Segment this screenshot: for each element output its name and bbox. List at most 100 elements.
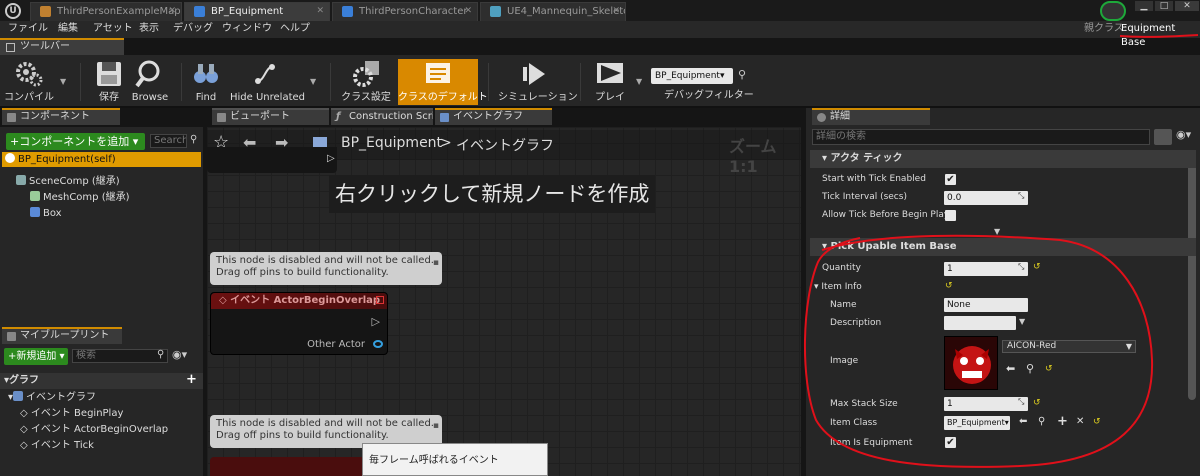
- source-control-icon[interactable]: [1100, 1, 1126, 21]
- component-scenecomp[interactable]: SceneComp (継承): [16, 175, 120, 189]
- tab-construction-script[interactable]: ƒ Construction Scrip: [331, 108, 433, 125]
- use-selected-arrow-icon[interactable]: ⬅: [1006, 362, 1015, 375]
- exec-pin-icon[interactable]: ▷: [327, 153, 335, 164]
- play-button[interactable]: プレイ: [590, 59, 630, 105]
- browse-asset-icon[interactable]: ⚲: [1026, 362, 1034, 375]
- reset-default-icon[interactable]: ↺: [1045, 364, 1053, 374]
- category-actor-tick[interactable]: ▾ アクタ ティック: [810, 150, 1196, 168]
- tick-interval-field[interactable]: 0.0: [944, 191, 1028, 205]
- spin-drag-icon[interactable]: ⤡: [1018, 397, 1024, 407]
- breadcrumb-blueprint[interactable]: BP_Equipment: [341, 135, 442, 151]
- item-class-select[interactable]: BP_Equipment▾: [944, 416, 1010, 430]
- add-new-button[interactable]: +新規追加 ▾: [4, 348, 68, 365]
- my-blueprint-search-input[interactable]: 検索: [72, 349, 168, 363]
- is-equipment-checkbox[interactable]: ✔: [945, 437, 956, 448]
- menu-help[interactable]: ヘルプ: [280, 22, 310, 36]
- tab-event-graph[interactable]: イベントグラフ: [435, 108, 552, 125]
- reset-default-icon[interactable]: ↺: [1033, 262, 1041, 272]
- tab-third-person-map[interactable]: ThirdPersonExampleMap• ✕: [30, 2, 182, 21]
- menu-file[interactable]: ファイル: [8, 22, 48, 36]
- close-icon[interactable]: ✕: [612, 3, 620, 20]
- image-asset-select[interactable]: AICON-Red ▼: [1002, 340, 1136, 353]
- reset-default-icon[interactable]: ↺: [1033, 398, 1041, 408]
- components-search-input[interactable]: Search: [150, 134, 187, 148]
- close-icon[interactable]: ✕: [168, 3, 176, 20]
- event-item-tick[interactable]: ◇ イベント Tick: [20, 439, 94, 453]
- close-window-button[interactable]: ✕: [1175, 1, 1199, 11]
- spin-drag-icon[interactable]: ⤡: [1018, 191, 1024, 201]
- component-box[interactable]: Box: [30, 207, 62, 221]
- component-self[interactable]: BP_Equipment(self): [5, 153, 116, 167]
- use-selected-arrow-icon[interactable]: ⬅: [1019, 416, 1027, 427]
- minimize-button[interactable]: ▁: [1135, 1, 1153, 11]
- actor-begin-overlap-node[interactable]: ◇ イベント ActorBeginOverlap ▷ Other Actor: [210, 292, 388, 355]
- breadcrumb-event-graph[interactable]: イベントグラフ: [456, 135, 554, 155]
- find-button[interactable]: Find: [190, 59, 222, 105]
- details-search-input[interactable]: 詳細の検索: [812, 129, 1150, 145]
- play-dropdown-icon[interactable]: ▼: [636, 77, 642, 86]
- add-graph-plus-icon[interactable]: +: [186, 372, 197, 387]
- compile-dropdown-icon[interactable]: ▼: [60, 77, 66, 86]
- component-meshcomp[interactable]: MeshComp (継承): [30, 191, 130, 205]
- event-graph-canvas[interactable]: ☆ ⬅ ➡ BP_Equipment > イベントグラフ ズーム 1:1 ▷ 右…: [207, 127, 801, 476]
- menu-debug[interactable]: デバッグ: [173, 22, 213, 36]
- search-icon[interactable]: ⚲: [157, 349, 164, 360]
- class-settings-button[interactable]: クラス設定: [338, 59, 394, 105]
- quantity-field[interactable]: 1: [944, 262, 1028, 276]
- start-with-tick-checkbox[interactable]: ✔: [945, 174, 956, 185]
- reset-default-icon[interactable]: ↺: [1093, 417, 1101, 427]
- graphs-header[interactable]: ▾グラフ: [4, 374, 39, 388]
- menu-window[interactable]: ウィンドウ: [222, 22, 272, 36]
- max-stack-field[interactable]: 1: [944, 397, 1028, 411]
- name-field[interactable]: None: [944, 298, 1028, 312]
- event-graph-item[interactable]: ▾ イベントグラフ: [8, 391, 96, 405]
- new-class-plus-icon[interactable]: +: [1057, 414, 1068, 429]
- compile-button[interactable]: コンパイル: [4, 59, 54, 105]
- class-defaults-button[interactable]: クラスのデフォルト: [398, 59, 488, 105]
- hide-unrelated-dropdown-icon[interactable]: ▼: [310, 77, 316, 86]
- tab-my-blueprint[interactable]: マイブループリント: [2, 327, 122, 344]
- close-icon[interactable]: ✕: [316, 3, 324, 20]
- clear-class-x-icon[interactable]: ✕: [1076, 416, 1084, 427]
- event-item-beginplay[interactable]: ◇ イベント BeginPlay: [20, 407, 123, 421]
- save-button[interactable]: 保存: [94, 59, 124, 105]
- tab-details[interactable]: 詳細: [812, 108, 930, 125]
- menu-asset[interactable]: アセット: [93, 22, 133, 36]
- add-component-button[interactable]: +コンポーネントを追加 ▾: [6, 133, 145, 150]
- tab-mannequin-skeleton[interactable]: UE4_Mannequin_Skeleto ✕: [480, 2, 626, 21]
- tab-components[interactable]: コンポーネント: [2, 108, 120, 125]
- spin-drag-icon[interactable]: ⤡: [1018, 262, 1024, 272]
- maximize-button[interactable]: □: [1155, 1, 1173, 11]
- toolbar-panel-tab[interactable]: ツールバー: [0, 38, 124, 55]
- allow-tick-checkbox[interactable]: [945, 210, 956, 221]
- debug-object-select[interactable]: BP_Equipment▾: [651, 68, 733, 84]
- category-pickupable-item[interactable]: ▾ Pick Upable Item Base: [810, 238, 1196, 256]
- hide-unrelated-button[interactable]: Hide Unrelated: [230, 59, 305, 105]
- tab-viewport[interactable]: ビューポート: [212, 108, 329, 125]
- browse-button[interactable]: Browse: [130, 59, 170, 105]
- view-options-eye-icon[interactable]: ◉▾: [172, 348, 187, 361]
- advanced-expand-icon[interactable]: ▼: [994, 227, 1000, 236]
- simulation-button[interactable]: シミュレーション: [498, 59, 578, 105]
- comment-pin-icon: ▪: [432, 421, 439, 431]
- property-matrix-icon[interactable]: [1154, 129, 1172, 145]
- ue-logo-icon[interactable]: U: [5, 3, 21, 19]
- menu-view[interactable]: 表示: [139, 22, 159, 36]
- debug-search-icon[interactable]: ⚲: [738, 68, 746, 81]
- event-item-actorbeginoverlap[interactable]: ◇ イベント ActorBeginOverlap: [20, 423, 168, 437]
- node-delegate-pin-icon[interactable]: [376, 296, 384, 304]
- expand-text-icon[interactable]: ▼: [1019, 317, 1025, 326]
- tab-bp-equipment[interactable]: BP_Equipment ✕: [184, 2, 330, 21]
- menu-edit[interactable]: 編集: [58, 22, 78, 36]
- parent-class-link[interactable]: Equipment Base: [1121, 22, 1200, 50]
- close-icon[interactable]: ✕: [464, 3, 472, 20]
- exec-out-pin-icon[interactable]: ▷: [372, 315, 380, 328]
- image-thumbnail[interactable]: [944, 336, 998, 390]
- reset-default-icon[interactable]: ↺: [945, 281, 953, 291]
- browse-class-icon[interactable]: ⚲: [1038, 416, 1045, 427]
- description-field[interactable]: [944, 316, 1016, 330]
- tab-third-person-character[interactable]: ThirdPersonCharacter ✕: [332, 2, 478, 21]
- visibility-eye-icon[interactable]: ◉▾: [1176, 128, 1191, 141]
- other-actor-pin-icon[interactable]: [373, 340, 383, 348]
- search-icon[interactable]: ⚲: [190, 134, 197, 145]
